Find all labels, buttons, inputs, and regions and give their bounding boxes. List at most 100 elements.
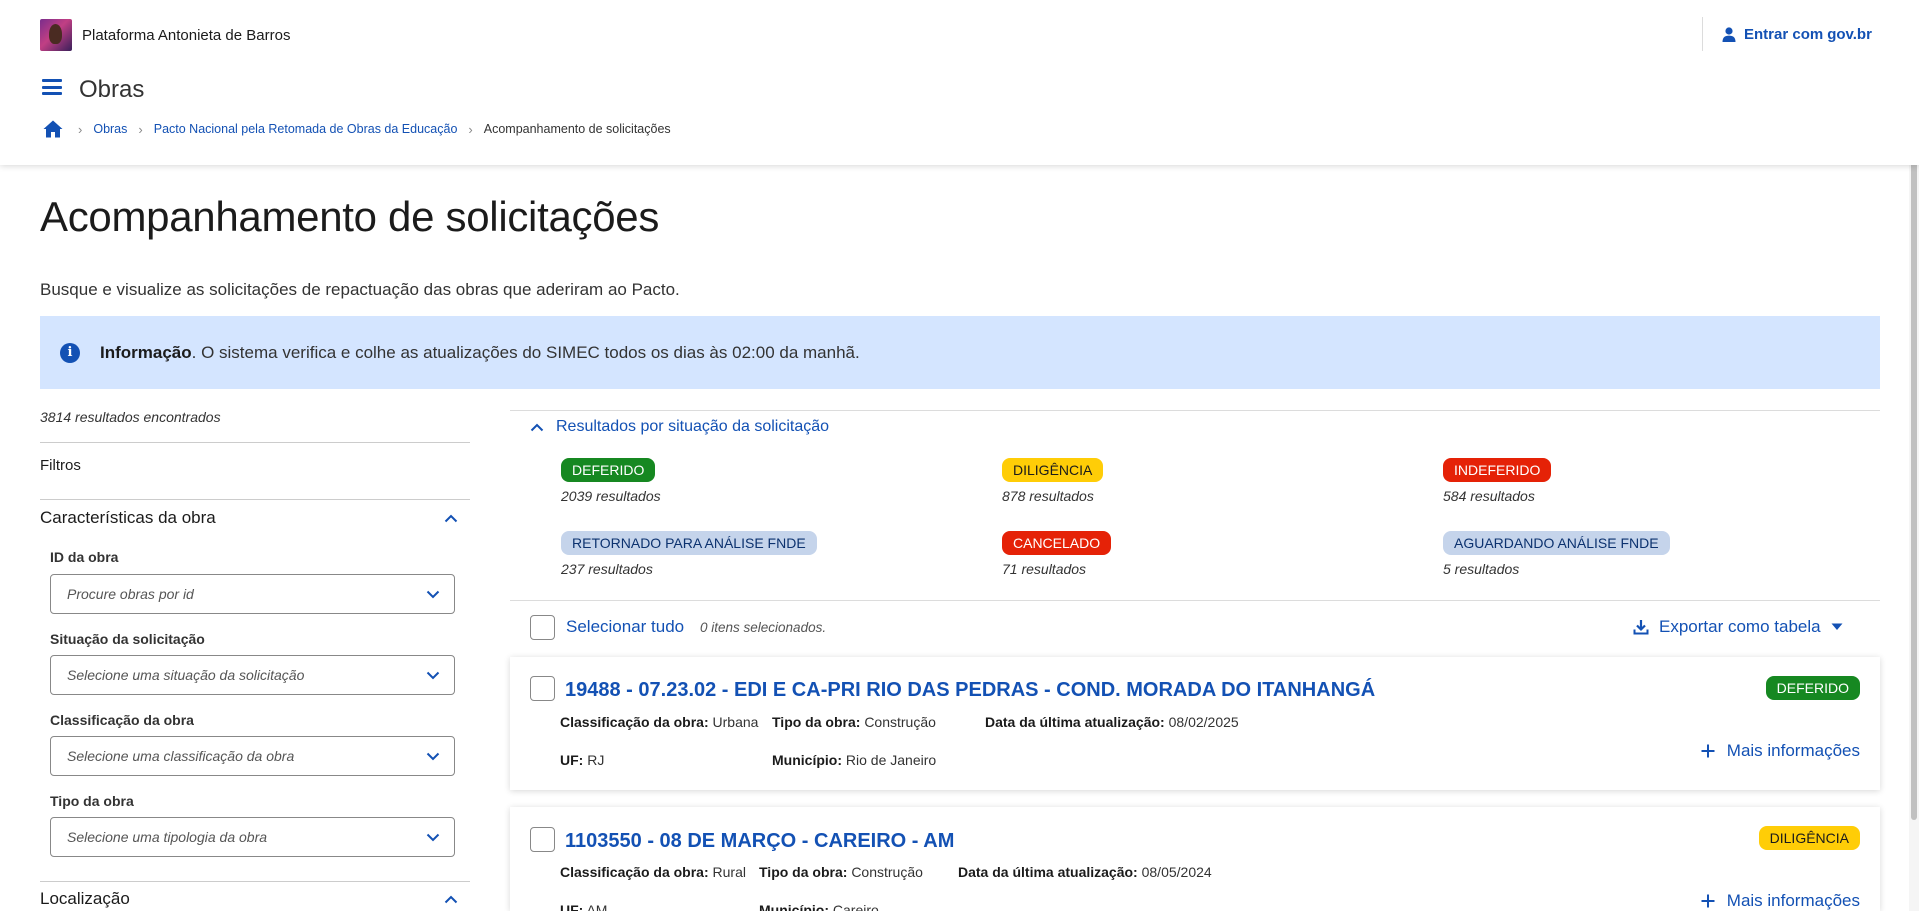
export-label: Exportar como tabela [1659, 617, 1821, 636]
status-summary-item: AGUARDANDO ANÁLISE FNDE 5 resultados [1443, 531, 1670, 577]
app-title: Obras [79, 76, 145, 103]
classificacao-select[interactable]: Selecione uma classificação da obra [50, 736, 455, 776]
download-icon [1633, 620, 1649, 635]
result-card: 19488 - 07.23.02 - EDI E CA-PRI RIO DAS … [510, 657, 1880, 790]
login-brand: gov.br [1827, 26, 1872, 43]
select-placeholder: Selecione uma classificação da obra [67, 748, 295, 764]
card-status-badge: DILIGÊNCIA [1758, 826, 1860, 850]
divider [40, 881, 470, 882]
select-placeholder: Selecione uma tipologia da obra [67, 829, 268, 845]
card-classificacao: Classificação da obra: Rural [560, 864, 746, 880]
breadcrumb-current: Acompanhamento de solicitações [483, 122, 671, 136]
card-municipio: Município: Careiro [759, 902, 879, 911]
breadcrumb-link-obras[interactable]: Obras [93, 122, 127, 136]
section-location-label: Localização [40, 889, 130, 908]
divider [510, 600, 1880, 601]
home-icon[interactable] [43, 120, 63, 138]
tipo-select[interactable]: Selecione uma tipologia da obra [50, 817, 455, 857]
divider [40, 442, 470, 443]
result-card: 1103550 - 08 DE MARÇO - CAREIRO - AM DIL… [510, 807, 1880, 911]
select-all-label[interactable]: Selecionar tudo [566, 617, 684, 637]
status-summary-item: CANCELADO 71 resultados [1002, 531, 1112, 577]
field-label-tipo: Tipo da obra [50, 793, 134, 809]
status-count: 584 resultados [1443, 488, 1535, 504]
more-info-button[interactable]: Mais informações [1701, 741, 1860, 761]
page-title: Acompanhamento de solicitações [40, 193, 660, 240]
obra-id-select[interactable]: Procure obras por id [50, 574, 455, 614]
divider [510, 410, 1880, 411]
section-characteristics-label: Características da obra [40, 508, 216, 527]
chevron-down-icon [426, 752, 440, 760]
card-title[interactable]: 19488 - 07.23.02 - EDI E CA-PRI RIO DAS … [565, 679, 1375, 702]
card-data: Data da última atualização: 08/05/2024 [958, 864, 1212, 880]
selected-count: 0 itens selecionados. [700, 620, 827, 635]
info-label: Informação [100, 342, 192, 362]
export-table-button[interactable]: Exportar como tabela [1633, 617, 1843, 637]
status-summary-label: Resultados por situação da solicitação [556, 418, 830, 435]
card-classificacao: Classificação da obra: Urbana [560, 714, 759, 730]
breadcrumb: › Obras › Pacto Nacional pela Retomada d… [43, 120, 671, 138]
plus-icon [1701, 894, 1715, 908]
chevron-down-icon [426, 833, 440, 841]
status-count: 878 resultados [1002, 488, 1094, 504]
section-location-toggle[interactable]: Localização [40, 889, 470, 909]
card-uf: UF: AM [560, 902, 608, 911]
info-text: . O sistema verifica e colhe as atualiza… [191, 342, 860, 362]
status-summary-item: RETORNADO PARA ANÁLISE FNDE 237 resultad… [561, 531, 817, 577]
plus-icon [1701, 744, 1715, 758]
card-checkbox[interactable] [530, 676, 555, 701]
filters-label: Filtros [40, 457, 81, 474]
chevron-up-icon [444, 514, 458, 522]
page-description: Busque e visualize as solicitações de re… [40, 280, 680, 299]
chevron-up-icon [444, 895, 458, 903]
info-message: i Informação. O sistema verifica e colhe… [40, 316, 1880, 389]
chevron-right-icon: › [78, 121, 83, 137]
more-info-button[interactable]: Mais informações [1701, 891, 1860, 911]
card-data: Data da última atualização: 08/02/2025 [985, 714, 1239, 730]
chevron-right-icon: › [468, 121, 473, 137]
status-badge[interactable]: INDEFERIDO [1443, 458, 1552, 482]
card-uf: UF: RJ [560, 752, 605, 768]
status-summary-item: DILIGÊNCIA 878 resultados [1002, 458, 1104, 504]
header-divider [1702, 17, 1703, 51]
breadcrumb-link-pacto[interactable]: Pacto Nacional pela Retomada de Obras da… [154, 122, 458, 136]
status-summary-item: INDEFERIDO 584 resultados [1443, 458, 1552, 504]
chevron-down-icon [426, 590, 440, 598]
status-badge[interactable]: AGUARDANDO ANÁLISE FNDE [1443, 531, 1670, 555]
field-label-id: ID da obra [50, 549, 119, 565]
login-govbr-button[interactable]: Entrar com gov.br [1722, 26, 1872, 43]
user-icon [1722, 27, 1736, 42]
status-summary-toggle[interactable]: Resultados por situação da solicitação [530, 418, 829, 436]
chevron-down-icon [426, 671, 440, 679]
status-count: 5 resultados [1443, 561, 1520, 577]
status-badge[interactable]: DILIGÊNCIA [1002, 458, 1104, 482]
card-tipo: Tipo da obra: Construção [772, 714, 936, 730]
card-tipo: Tipo da obra: Construção [759, 864, 923, 880]
status-count: 2039 resultados [561, 488, 661, 504]
chevron-right-icon: › [138, 121, 143, 137]
status-badge[interactable]: RETORNADO PARA ANÁLISE FNDE [561, 531, 817, 555]
menu-icon[interactable] [42, 79, 62, 95]
card-title[interactable]: 1103550 - 08 DE MARÇO - CAREIRO - AM [565, 830, 954, 853]
status-count: 237 resultados [561, 561, 653, 577]
site-header: Plataforma Antonieta de Barros Entrar co… [0, 0, 1919, 165]
card-municipio: Município: Rio de Janeiro [772, 752, 937, 768]
select-placeholder: Procure obras por id [67, 586, 194, 602]
select-placeholder: Selecione uma situação da solicitação [67, 667, 305, 683]
status-badge[interactable]: CANCELADO [1002, 531, 1112, 555]
status-badge[interactable]: DEFERIDO [561, 458, 656, 482]
divider [40, 499, 470, 500]
caret-down-icon [1831, 623, 1843, 630]
situacao-select[interactable]: Selecione uma situação da solicitação [50, 655, 455, 695]
result-count: 3814 resultados encontrados [40, 409, 221, 425]
info-icon: i [60, 342, 80, 363]
status-count: 71 resultados [1002, 561, 1087, 577]
platform-logo[interactable] [40, 19, 72, 51]
select-all-checkbox[interactable] [530, 615, 555, 640]
section-characteristics-toggle[interactable]: Características da obra [40, 508, 470, 528]
platform-name[interactable]: Plataforma Antonieta de Barros [82, 27, 290, 44]
login-prefix: Entrar com [1744, 26, 1824, 43]
field-label-classificacao: Classificação da obra [50, 712, 194, 728]
card-checkbox[interactable] [530, 827, 555, 852]
status-summary-item: DEFERIDO 2039 resultados [561, 458, 661, 504]
